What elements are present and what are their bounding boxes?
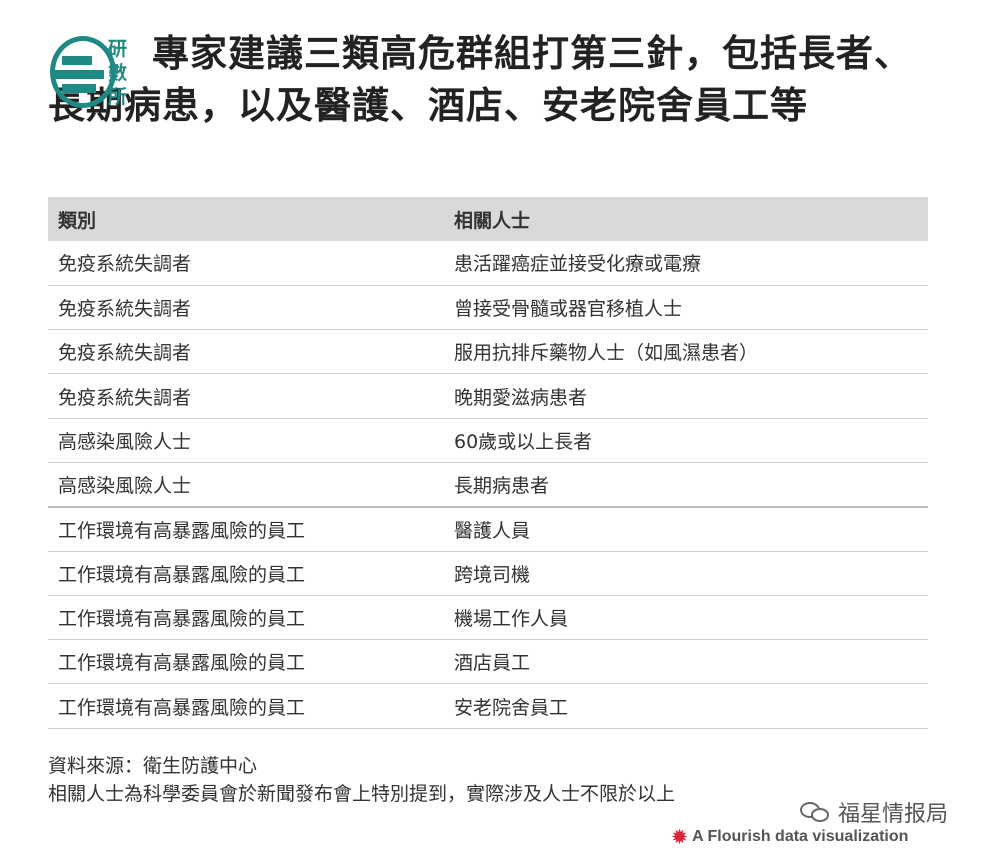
cell-category: 工作環境有高暴露風險的員工: [48, 506, 444, 552]
cell-category: 高感染風險人士: [48, 462, 444, 508]
table-row: 免疫系統失調者 患活躍癌症並接受化療或電療: [48, 241, 928, 286]
column-header-people[interactable]: 相關人士: [444, 197, 928, 241]
cell-category: 高感染風險人士: [48, 418, 444, 463]
watermark: 福星情报局: [800, 796, 948, 828]
table-row: 高感染風險人士 長期病患者: [48, 462, 928, 508]
logo-char-3: 所: [108, 86, 128, 108]
table-row: 工作環境有高暴露風險的員工 跨境司機: [48, 551, 928, 596]
flourish-credit-text: A Flourish data visualization: [692, 828, 909, 845]
flourish-credit[interactable]: ✹ A Flourish data visualization: [672, 828, 908, 846]
cell-category: 免疫系統失調者: [48, 373, 444, 419]
cell-category: 免疫系統失調者: [48, 241, 444, 286]
cell-people: 機場工作人員: [444, 595, 928, 641]
logo-bar-bottom: [62, 84, 96, 93]
table-row: 工作環境有高暴露風險的員工 醫護人員: [48, 506, 928, 552]
header: 研 數 所 專家建議三類高危群組打第三針，包括長者、長期病患，以及醫護、酒店、安…: [48, 28, 928, 132]
cell-people: 晚期愛滋病患者: [444, 373, 928, 419]
cell-category: 工作環境有高暴露風險的員工: [48, 595, 444, 641]
cell-people: 安老院舍員工: [444, 683, 928, 729]
source-note: 資料來源：衛生防護中心: [48, 755, 258, 777]
table-row: 免疫系統失調者 曾接受骨髓或器官移植人士: [48, 285, 928, 331]
data-table: 類別 相關人士 免疫系統失調者 患活躍癌症並接受化療或電療 免疫系統失調者 曾接…: [48, 197, 928, 729]
logo-bar-top: [62, 56, 92, 65]
cell-people: 服用抗排斥藥物人士（如風濕患者）: [444, 329, 928, 375]
table-row: 工作環境有高暴露風險的員工 酒店員工: [48, 639, 928, 685]
logo-char-2: 數: [108, 62, 128, 84]
footnote: 相關人士為科學委員會於新聞發布會上特別提到，實際涉及人士不限於以上: [48, 783, 676, 805]
table-row: 免疫系統失調者 服用抗排斥藥物人士（如風濕患者）: [48, 329, 928, 375]
cell-people: 跨境司機: [444, 551, 928, 596]
cell-people: 酒店員工: [444, 639, 928, 685]
cell-people: 長期病患者: [444, 462, 928, 508]
logo-char-1: 研: [108, 38, 128, 60]
watermark-text: 福星情报局: [838, 802, 949, 827]
cell-people: 醫護人員: [444, 506, 928, 552]
cell-category: 工作環境有高暴露風險的員工: [48, 639, 444, 685]
wechat-icon: [800, 800, 832, 824]
table-header-row: 類別 相關人士: [48, 197, 928, 241]
page-title: 專家建議三類高危群組打第三針，包括長者、長期病患，以及醫護、酒店、安老院舍員工等: [48, 32, 912, 127]
cell-people: 曾接受骨髓或器官移植人士: [444, 285, 928, 331]
table-row: 工作環境有高暴露風險的員工 機場工作人員: [48, 595, 928, 641]
cell-category: 免疫系統失調者: [48, 329, 444, 375]
table-row: 工作環境有高暴露風險的員工 安老院舍員工: [48, 683, 928, 729]
logo: 研 數 所: [48, 32, 144, 114]
cell-category: 工作環境有高暴露風險的員工: [48, 551, 444, 596]
cell-people: 60歲或以上長者: [444, 418, 928, 463]
cell-category: 工作環境有高暴露風險的員工: [48, 683, 444, 729]
flourish-icon: ✹: [672, 827, 688, 847]
cell-people: 患活躍癌症並接受化療或電療: [444, 241, 928, 286]
footer: 資料來源：衛生防護中心 相關人士為科學委員會於新聞發布會上特別提到，實際涉及人士…: [48, 752, 675, 808]
cell-category: 免疫系統失調者: [48, 285, 444, 331]
column-header-category[interactable]: 類別: [48, 197, 444, 241]
table-row: 高感染風險人士 60歲或以上長者: [48, 418, 928, 463]
logo-bar-middle: [54, 70, 104, 79]
table-row: 免疫系統失調者 晚期愛滋病患者: [48, 373, 928, 419]
